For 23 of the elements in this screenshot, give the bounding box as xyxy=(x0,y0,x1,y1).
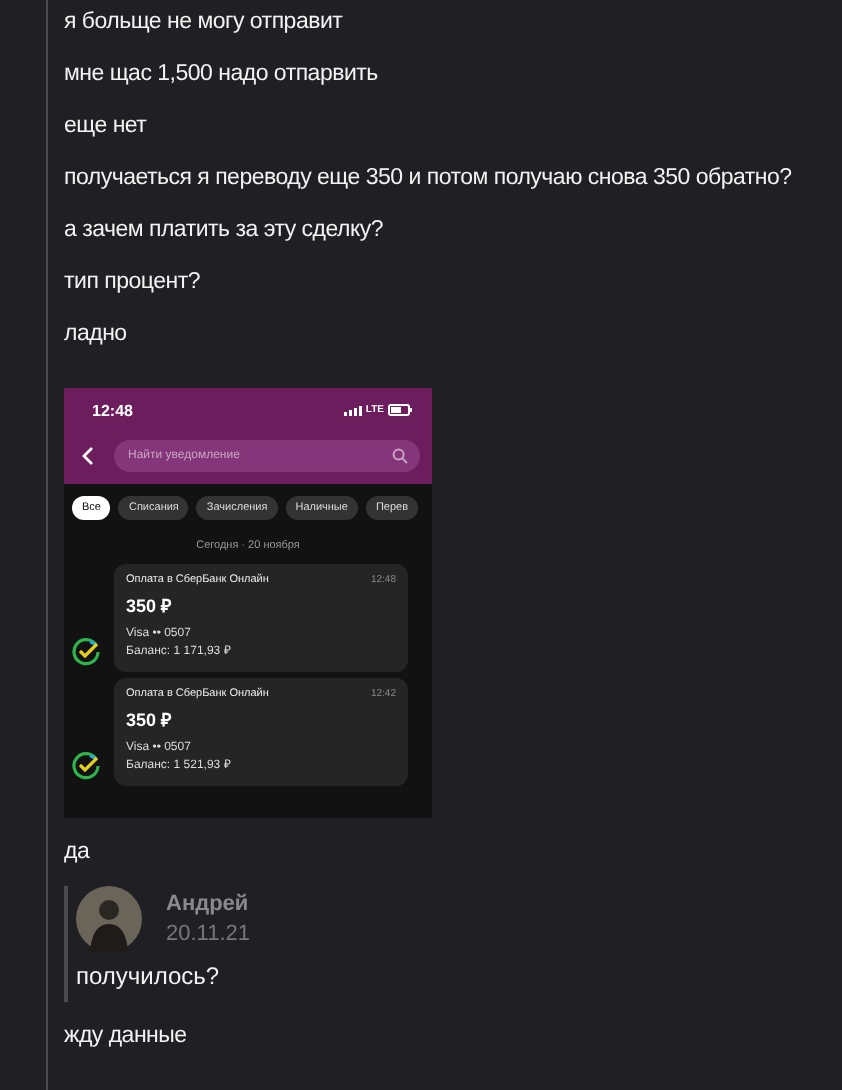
message-text: а зачем платить за эту сделку? xyxy=(64,216,384,246)
status-time: 12:48 xyxy=(92,401,133,419)
signal-icon xyxy=(343,405,362,415)
author-name: Андрей xyxy=(166,890,251,918)
attached-screenshot[interactable] xyxy=(64,388,432,818)
check-circle-icon xyxy=(72,638,100,666)
message-text: получаеться я переводу еще 350 и потом получаю снова 350 обратно? xyxy=(64,164,792,194)
message-text: я больще не могу отправит xyxy=(64,8,343,38)
message-text: жду данные xyxy=(64,1022,187,1052)
search-icon[interactable] xyxy=(392,448,408,464)
back-icon[interactable] xyxy=(82,446,94,466)
quoted-text: получилось? xyxy=(76,962,222,990)
message-text: ладно xyxy=(64,320,127,350)
amount-text: 350 ₽ xyxy=(126,708,174,732)
check-circle-icon xyxy=(72,752,100,780)
message-date: 20.11.21 xyxy=(166,920,251,950)
message-text: тип процент? xyxy=(64,268,200,298)
message-text: мне щас 1,500 надо отпарвить xyxy=(64,60,378,90)
amount-text: 350 ₽ xyxy=(126,594,174,618)
message-text: да xyxy=(64,838,90,868)
avatar xyxy=(76,886,142,952)
battery-icon xyxy=(388,404,412,416)
message-text: еще нет xyxy=(64,112,147,142)
